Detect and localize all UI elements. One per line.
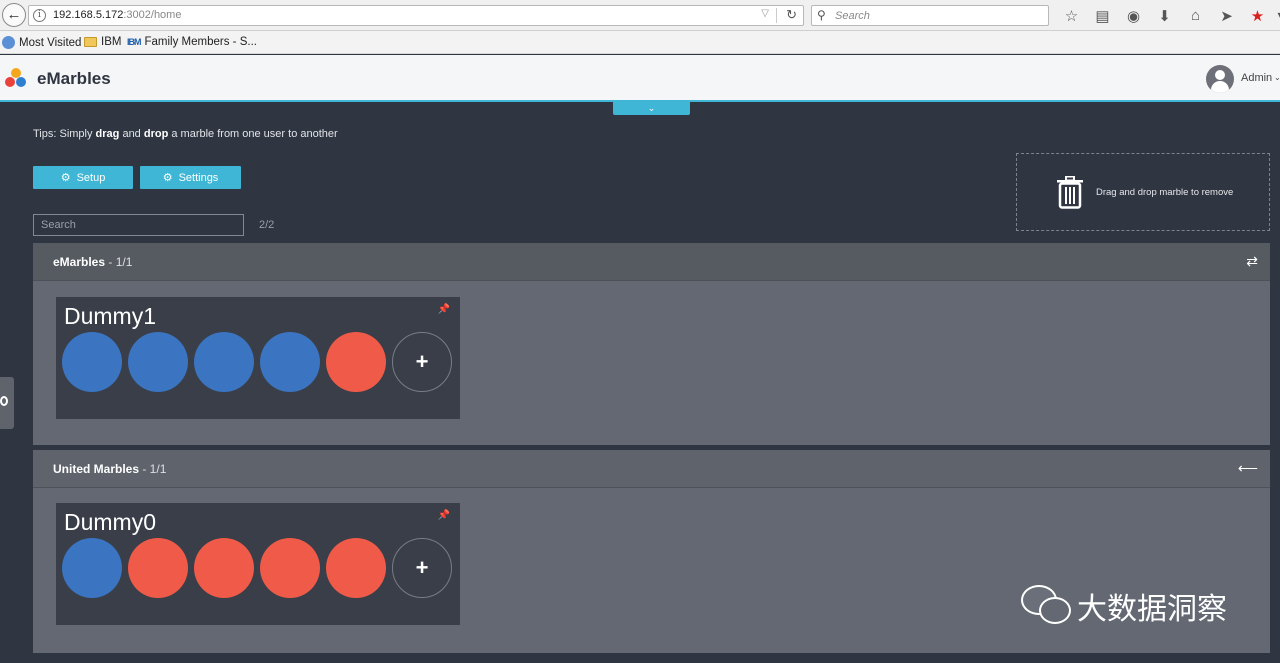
url-separator (776, 8, 777, 23)
bookmark-ibm[interactable]: IBM (84, 36, 121, 48)
marble-red[interactable] (326, 332, 386, 392)
gears-icon: ⚙ (60, 172, 71, 184)
user-menu-label[interactable]: Admin (1241, 72, 1272, 84)
marble-list: + (62, 332, 452, 392)
setup-button[interactable]: ⚙ Setup (33, 166, 133, 189)
back-button[interactable]: ← (2, 3, 26, 27)
folder-icon (84, 37, 97, 47)
app-title: eMarbles (37, 69, 111, 88)
add-marble-button[interactable]: + (392, 538, 452, 598)
reading-list-icon[interactable]: ▤ (1087, 7, 1118, 25)
trash-icon (1057, 176, 1083, 209)
marble-list: + (62, 538, 452, 598)
arrow-left-icon[interactable]: ⟵ (1238, 460, 1258, 477)
send-icon[interactable]: ➤ (1211, 7, 1242, 25)
browser-search-placeholder: Search (835, 10, 870, 22)
url-text: 192.168.5.172:3002/home (53, 9, 182, 21)
user-card-dummy0[interactable]: Dummy0 📌 + (56, 503, 460, 625)
user-search-input[interactable] (33, 214, 244, 236)
browser-search-bar[interactable]: ⚲ Search (811, 5, 1049, 26)
bookmark-star-icon[interactable]: ☆ (1056, 7, 1087, 25)
pin-icon[interactable]: 📌 (438, 510, 450, 521)
bookmarks-bar: Most Visited IBM IBM Family Members - S.… (0, 31, 1280, 54)
swap-arrows-icon[interactable]: ⇄ (1246, 253, 1258, 270)
company-title: eMarbles - 1/1 (53, 255, 133, 269)
user-name: Dummy0 (64, 509, 157, 535)
bookmark-label: IBM (101, 36, 122, 48)
browser-toolbar-icons: ☆ ▤ ◉ ⬇ ⌂ ➤ ★ ▾ (1056, 5, 1280, 26)
menu-chevron-icon[interactable]: ▾ (1273, 10, 1280, 21)
marble-blue[interactable] (128, 332, 188, 392)
marble-red[interactable] (128, 538, 188, 598)
url-bar[interactable]: i 192.168.5.172:3002/home ▽ ↻ (28, 5, 804, 26)
bookmark-family-members[interactable]: IBM Family Members - S... (127, 36, 257, 48)
add-marble-button[interactable]: + (392, 332, 452, 392)
app-header: eMarbles Admin ⌄ (0, 55, 1280, 102)
home-icon[interactable]: ⌂ (1180, 7, 1211, 24)
pocket-icon[interactable]: ◉ (1118, 7, 1149, 25)
results-count: 2/2 (259, 219, 275, 231)
chevron-down-icon[interactable]: ⌄ (1274, 73, 1280, 82)
marbles-logo-icon (5, 68, 27, 90)
pin-icon[interactable]: 📌 (438, 304, 450, 315)
marble-red[interactable] (194, 538, 254, 598)
url-dropdown-icon[interactable]: ▽ (761, 8, 769, 19)
user-name: Dummy1 (64, 303, 157, 329)
plus-icon: + (415, 349, 429, 374)
search-icon (0, 396, 8, 406)
company-title: United Marbles - 1/1 (53, 462, 167, 476)
marble-red[interactable] (260, 538, 320, 598)
bookmark-label: Family Members - S... (144, 36, 257, 48)
download-icon[interactable]: ⬇ (1149, 7, 1180, 25)
marble-blue[interactable] (260, 332, 320, 392)
marble-blue[interactable] (62, 332, 122, 392)
info-icon[interactable]: i (33, 9, 46, 22)
bookmark-most-visited[interactable]: Most Visited (2, 36, 81, 49)
addon-star-icon[interactable]: ★ (1242, 7, 1273, 25)
watermark-text: 大数据洞察 (1077, 592, 1227, 627)
chevron-down-icon: ⌄ (647, 103, 656, 113)
gear-icon: ⚙ (162, 172, 173, 184)
company-panel-header: eMarbles - 1/1 ⇄ (33, 243, 1270, 281)
marble-red[interactable] (326, 538, 386, 598)
search-icon: ⚲ (817, 8, 826, 22)
most-visited-icon (2, 36, 15, 49)
reload-icon[interactable]: ↻ (786, 7, 797, 23)
marble-trash-dropzone[interactable]: Drag and drop marble to remove (1016, 153, 1270, 231)
settings-button[interactable]: ⚙ Settings (140, 166, 241, 189)
user-card-dummy1[interactable]: Dummy1 📌 + (56, 297, 460, 419)
marble-blue[interactable] (194, 332, 254, 392)
browser-toolbar: ← i 192.168.5.172:3002/home ▽ ↻ ⚲ Search… (0, 0, 1280, 31)
avatar[interactable] (1206, 65, 1234, 93)
plus-icon: + (415, 555, 429, 580)
wechat-icon (1021, 585, 1073, 627)
bookmark-label: Most Visited (19, 36, 82, 49)
ibm-logo-icon: IBM (127, 37, 141, 47)
header-collapse-toggle[interactable]: ⌄ (613, 102, 690, 115)
watermark: 大数据洞察 (1021, 584, 1227, 628)
company-panel-header: United Marbles - 1/1 ⟵ (33, 450, 1270, 488)
side-panel-toggle[interactable] (0, 377, 14, 429)
trash-label: Drag and drop marble to remove (1096, 187, 1234, 198)
company-panel-emarbles: eMarbles - 1/1 ⇄ Dummy1 📌 + (33, 243, 1270, 445)
marble-blue[interactable] (62, 538, 122, 598)
tips-text: Tips: Simply drag and drop a marble from… (33, 128, 338, 140)
